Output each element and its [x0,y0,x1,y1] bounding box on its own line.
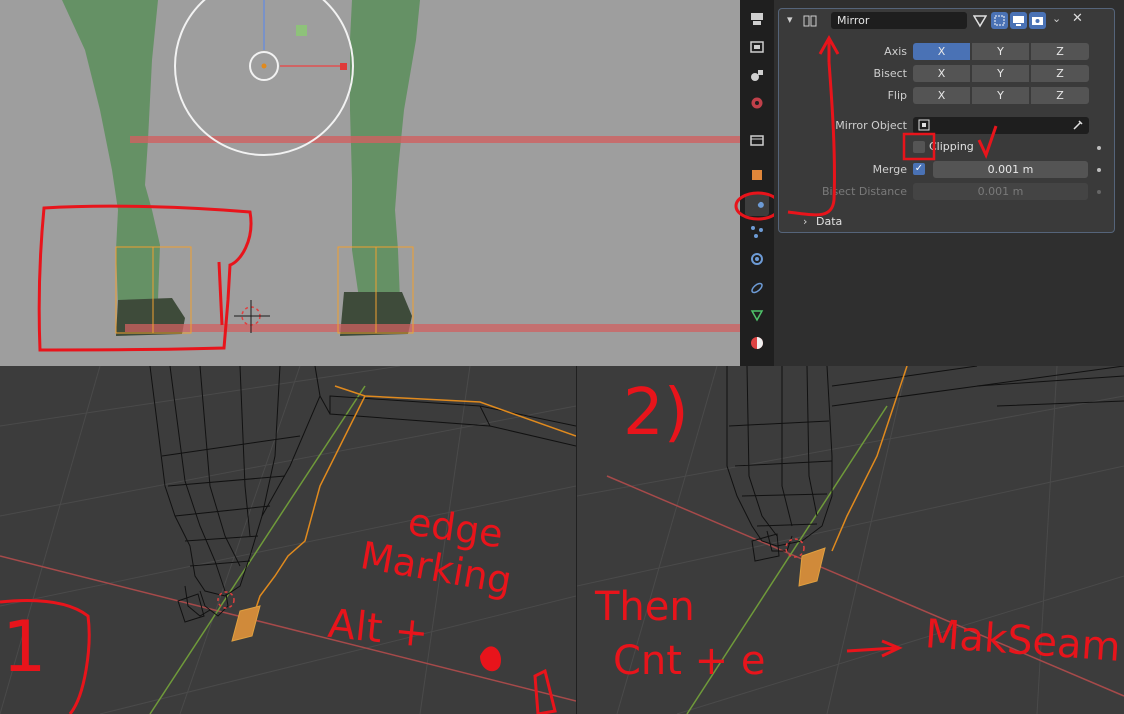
step-2-label: 2) [623,376,689,450]
remove-modifier-close-icon[interactable]: ✕ [1072,11,1083,26]
data-subpanel-label[interactable]: Data [816,215,842,228]
x-axis-band-lower [125,324,740,332]
properties-editor: ▾ Mirror ⌄ ✕ Axis X Y Z Bisect X Y Z Fli… [774,0,1124,366]
edit-mode-toggle-icon[interactable] [973,14,987,28]
flip-x-toggle[interactable]: X [913,87,971,104]
perspective-viewport-left[interactable]: 1 edge Marking Alt + [0,366,576,714]
bisect-z-toggle[interactable]: Z [1031,65,1089,82]
object-origin-dot [261,63,267,69]
right-leg-mesh [350,0,420,305]
left-leg-mesh [62,0,160,305]
data-expand-chevron-icon[interactable]: › [803,215,807,228]
scene-icon[interactable] [745,92,769,114]
flip-z-toggle[interactable]: Z [1031,87,1089,104]
flip-y-toggle[interactable]: Y [972,87,1030,104]
flip-label: Flip [887,89,907,102]
front-ortho-viewport[interactable] [0,0,740,366]
axis-label: Axis [884,45,907,58]
step-1-label: 1 [2,606,47,688]
bisect-label: Bisect [873,67,907,80]
render-toggle-camera-icon[interactable] [1029,12,1046,29]
object-icon[interactable] [745,164,769,186]
output-icon[interactable] [745,36,769,58]
x-axis-band-upper [130,136,740,143]
viewport-scene [37,0,740,352]
modifier-menu-chevron-icon[interactable]: ⌄ [1052,12,1061,25]
bisect-x-toggle[interactable]: X [913,65,971,82]
merge-keyframe-dot[interactable] [1097,168,1101,172]
properties-tab-bar [734,0,782,366]
mirror-object-label: Mirror Object [835,119,907,132]
gizmo-plane-handle[interactable] [296,25,307,36]
clipping-keyframe-dot[interactable] [1097,146,1101,150]
mirror-modifier-panel: ▾ Mirror ⌄ ✕ Axis X Y Z Bisect X Y Z Fli… [778,8,1115,233]
merge-label: Merge [872,163,907,176]
bisect-y-toggle[interactable]: Y [972,65,1030,82]
axis-x-toggle[interactable]: X [913,43,971,60]
bisect-distance-keyframe-dot [1097,190,1101,194]
clipping-checkbox[interactable] [913,141,925,153]
physics-icon[interactable] [745,248,769,270]
cage-toggle-icon[interactable] [991,12,1008,29]
object-data-icon[interactable] [745,304,769,326]
mirror-object-field[interactable] [913,117,1089,134]
perspective-viewport-right[interactable]: 2) Then Cnt + e MakSeam [577,366,1124,714]
ctrl-e-label: Cnt + e [613,638,766,684]
merge-checkbox[interactable]: ✓ [913,163,925,175]
material-icon[interactable] [745,332,769,354]
bisect-distance-field: 0.001 m [913,183,1088,200]
selected-foot-mesh [231,605,261,642]
merge-distance-field[interactable]: 0.001 m [933,161,1088,178]
collection-icon[interactable] [745,129,769,151]
clipping-label: Clipping [929,140,974,153]
render-icon[interactable] [745,8,769,30]
gizmo-x-handle[interactable] [340,63,347,70]
then-label: Then [595,584,695,630]
collapse-chevron-icon[interactable]: ▾ [787,13,793,26]
view-layer-icon[interactable] [745,64,769,86]
constraints-icon[interactable] [745,277,769,299]
axis-y-toggle[interactable]: Y [972,43,1030,60]
eyedropper-icon[interactable] [1072,119,1084,131]
viewport-display-toggle-icon[interactable] [1010,12,1027,29]
axis-z-toggle[interactable]: Z [1031,43,1089,60]
bisect-distance-label: Bisect Distance [821,185,907,198]
object-type-icon [918,119,930,131]
modifier-name-field[interactable]: Mirror [831,12,967,29]
mirror-modifier-icon [803,15,817,27]
